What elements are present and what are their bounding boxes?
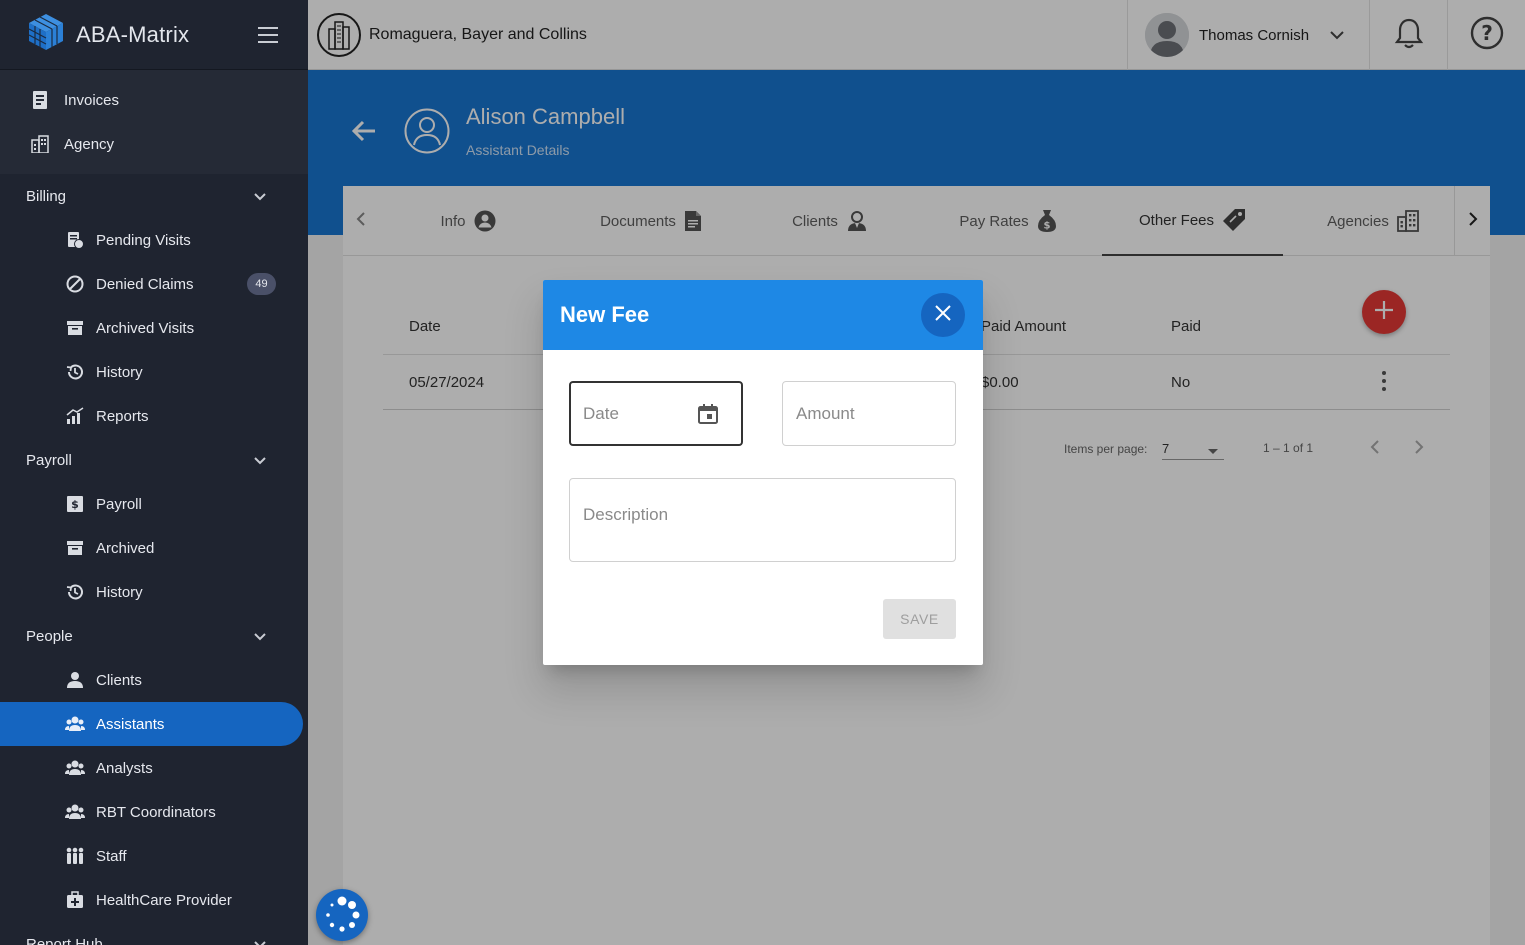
section-label: Report Hub bbox=[26, 935, 103, 945]
description-field[interactable]: Description bbox=[569, 478, 956, 562]
reports-icon bbox=[65, 406, 85, 426]
cube-logo-icon bbox=[26, 12, 66, 57]
invoice-icon bbox=[30, 90, 50, 110]
sidebar-item-invoices[interactable]: Invoices bbox=[0, 78, 308, 122]
loading-spinner-icon bbox=[316, 889, 368, 941]
sidebar-item-label: Payroll bbox=[96, 495, 142, 513]
chevron-down-icon bbox=[253, 629, 267, 647]
history-icon bbox=[65, 362, 85, 382]
sidebar-item-payroll[interactable]: $ Payroll bbox=[0, 482, 308, 526]
chevron-down-icon bbox=[253, 937, 267, 945]
sidebar-item-reports[interactable]: Reports bbox=[0, 394, 308, 438]
group-icon bbox=[65, 802, 85, 822]
sidebar-item-payroll-archived[interactable]: Archived bbox=[0, 526, 308, 570]
chevron-down-icon bbox=[253, 453, 267, 471]
description-placeholder: Description bbox=[583, 505, 669, 524]
dialog-header: New Fee bbox=[543, 280, 983, 350]
sidebar-item-clients[interactable]: Clients bbox=[0, 658, 308, 702]
app-name: ABA-Matrix bbox=[76, 21, 190, 47]
sidebar-item-rbt-coordinators[interactable]: RBT Coordinators bbox=[0, 790, 308, 834]
sidebar-item-denied-claims[interactable]: Denied Claims 49 bbox=[0, 262, 308, 306]
denied-icon bbox=[65, 274, 85, 294]
history-icon bbox=[65, 582, 85, 602]
denied-count-badge: 49 bbox=[247, 273, 276, 295]
sidebar-item-label: Analysts bbox=[96, 759, 153, 777]
sidebar-item-label: Invoices bbox=[64, 91, 120, 109]
archive-icon bbox=[65, 318, 85, 338]
sidebar-item-agency[interactable]: Agency bbox=[0, 122, 308, 166]
section-label: People bbox=[26, 627, 73, 645]
sidebar-section-billing[interactable]: Billing bbox=[0, 174, 308, 218]
svg-text:$: $ bbox=[71, 498, 79, 511]
dialog-title: New Fee bbox=[560, 302, 650, 327]
sidebar-item-label: History bbox=[96, 583, 143, 601]
sidebar-item-label: History bbox=[96, 363, 143, 381]
sidebar: ABA-Matrix Invoices Agency Billing Pendi… bbox=[0, 0, 308, 945]
pending-visits-icon bbox=[65, 230, 85, 250]
sidebar-item-label: Archived Visits bbox=[96, 319, 195, 337]
calendar-icon[interactable] bbox=[697, 403, 719, 430]
sidebar-top-items: Invoices Agency bbox=[0, 70, 308, 174]
sidebar-item-label: Assistants bbox=[96, 715, 165, 733]
sidebar-item-label: Denied Claims bbox=[96, 275, 194, 293]
menu-toggle-icon[interactable] bbox=[258, 27, 278, 43]
group-icon bbox=[65, 758, 85, 778]
staff-icon bbox=[65, 846, 85, 866]
sidebar-item-label: Reports bbox=[96, 407, 149, 425]
group-icon bbox=[65, 714, 85, 734]
section-label: Billing bbox=[26, 187, 67, 205]
building-icon bbox=[30, 134, 50, 154]
sidebar-item-label: HealthCare Provider bbox=[96, 891, 232, 909]
sidebar-section-report-hub[interactable]: Report Hub bbox=[0, 922, 308, 945]
close-button[interactable] bbox=[921, 293, 965, 337]
sidebar-item-label: Pending Visits bbox=[96, 231, 191, 249]
sidebar-item-archived-visits[interactable]: Archived Visits bbox=[0, 306, 308, 350]
new-fee-dialog: New Fee Date Amount Description SAVE bbox=[543, 280, 983, 665]
date-placeholder: Date bbox=[583, 403, 619, 423]
chevron-down-icon bbox=[253, 189, 267, 207]
sidebar-item-assistants[interactable]: Assistants bbox=[0, 702, 303, 746]
section-label: Payroll bbox=[26, 451, 72, 469]
sidebar-item-label: RBT Coordinators bbox=[96, 803, 216, 821]
archive-icon bbox=[65, 538, 85, 558]
close-icon bbox=[934, 304, 952, 327]
sidebar-item-label: Staff bbox=[96, 847, 127, 865]
amount-field[interactable]: Amount bbox=[782, 381, 956, 446]
amount-placeholder: Amount bbox=[796, 403, 855, 423]
sidebar-item-history[interactable]: History bbox=[0, 350, 308, 394]
medical-kit-icon bbox=[65, 890, 85, 910]
save-button[interactable]: SAVE bbox=[883, 599, 956, 639]
date-field[interactable]: Date bbox=[569, 381, 743, 446]
sidebar-item-pending-visits[interactable]: Pending Visits bbox=[0, 218, 308, 262]
sidebar-item-label: Archived bbox=[96, 539, 155, 557]
sidebar-item-label: Clients bbox=[96, 671, 142, 689]
sidebar-item-staff[interactable]: Staff bbox=[0, 834, 308, 878]
person-icon bbox=[65, 670, 85, 690]
payroll-icon: $ bbox=[65, 494, 85, 514]
sidebar-item-label: Agency bbox=[64, 135, 115, 153]
sidebar-item-analysts[interactable]: Analysts bbox=[0, 746, 308, 790]
sidebar-section-payroll[interactable]: Payroll bbox=[0, 438, 308, 482]
sidebar-section-people[interactable]: People bbox=[0, 614, 308, 658]
sidebar-item-healthcare-provider[interactable]: HealthCare Provider bbox=[0, 878, 308, 922]
sidebar-item-payroll-history[interactable]: History bbox=[0, 570, 308, 614]
